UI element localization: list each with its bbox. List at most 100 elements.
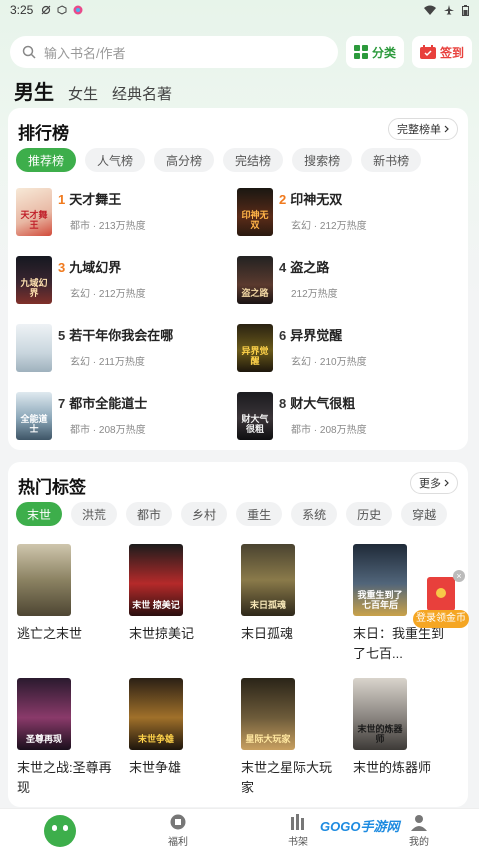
tag-system[interactable]: 系统 [291,502,338,526]
red-envelope-icon [427,577,455,611]
cover-title: 天才舞王 [20,210,48,230]
watermark-logo: GOGO手游网 [320,816,399,835]
book-item[interactable]: 末世争雄 末世争雄 [129,678,241,798]
rank-book-meta: 都市 · 213万热度 [70,221,146,232]
rank-number: 6 [279,328,287,343]
book-title: 末世之战:圣尊再现 [17,760,112,795]
book-item[interactable]: 末世的炼器师 末世的炼器师 [353,678,465,798]
book-item[interactable]: 星际大玩家 末世之星际大玩家 [241,678,353,798]
tab-search[interactable]: 搜索榜 [292,148,353,172]
tab-recommend[interactable]: 推荐榜 [16,148,77,172]
cover-title: 盗之路 [241,288,269,298]
rank-item[interactable]: 全能道士 7 都市全能道士 都市 · 208万热度 [16,392,237,440]
tab-female[interactable]: 女生 [68,83,98,104]
book-cover: 我重生到了七百年后 [353,544,407,616]
bookshelf-icon [291,814,304,830]
tag-village[interactable]: 乡村 [181,502,228,526]
book-title: 末世争雄 [129,760,182,775]
book-cover: 星际大玩家 [241,678,295,750]
tag-book-grid: 逃亡之末世 末世 掠美记 末世掠美记 末日孤魂 末日孤魂 我重生到了七百年后 末… [17,544,461,798]
book-cover: 财大气很粗 [237,392,273,440]
tab-popular[interactable]: 人气榜 [85,148,146,172]
book-cover: 末世争雄 [129,678,183,750]
search-input[interactable]: 输入书名/作者 [10,36,338,68]
book-cover: 盗之路 [237,256,273,304]
close-icon[interactable]: × [453,570,465,582]
cover-title: 九域幻界 [20,278,48,298]
tag-history[interactable]: 历史 [346,502,393,526]
wifi-icon [424,5,436,15]
rank-book-meta: 212万热度 [291,289,338,300]
rank-number: 2 [279,192,287,207]
book-item[interactable]: 圣尊再现 末世之战:圣尊再现 [17,678,129,798]
tag-apocalypse[interactable]: 末世 [16,502,63,526]
book-title: 末世之星际大玩家 [241,760,333,795]
status-time: 3:25 [10,3,34,17]
book-title: 末世的炼器师 [353,760,432,775]
ranking-tabs: 推荐榜 人气榜 高分榜 完结榜 搜索榜 新书榜 [16,148,422,172]
tab-classics[interactable]: 经典名著 [112,83,172,104]
category-label: 分类 [371,45,396,60]
login-reward-float[interactable]: × 登录领金币 [413,570,469,631]
book-item[interactable]: 末世 掠美记 末世掠美记 [129,544,241,664]
user-icon [411,815,427,831]
cover-title: 末世争雄 [137,734,174,744]
cube-icon [57,5,67,15]
rank-item[interactable]: 异界觉醒 6 异界觉醒 玄幻 · 210万热度 [237,324,458,372]
tab-new-books[interactable]: 新书榜 [361,148,422,172]
cover-title: 星际大玩家 [245,734,291,744]
book-cover: 末日孤魂 [241,544,295,616]
tag-primordial[interactable]: 洪荒 [71,502,118,526]
search-row: 输入书名/作者 分类 签到 [10,36,472,68]
cover-title: 我重生到了七百年后 [357,590,403,610]
nav-welfare[interactable]: 福利 [168,813,188,848]
tab-male[interactable]: 男生 [14,76,54,105]
book-cover: 印神无双 [237,188,273,236]
tag-rebirth[interactable]: 重生 [236,502,283,526]
hot-tags-card: 热门标签 更多 末世 洪荒 都市 乡村 重生 系统 历史 穿越 逃亡之末世 末世… [8,462,468,807]
cover-title: 圣尊再现 [25,734,62,744]
cover-title: 财大气很粗 [241,414,269,434]
rank-item[interactable]: 盗之路 4 盗之路 212万热度 [237,256,458,304]
battery-icon [462,4,469,16]
grid-icon [353,45,368,59]
cover-title: 异界觉醒 [241,346,269,366]
cover-title: 全能道士 [20,414,48,434]
rank-item[interactable]: 印神无双 2 印神无双 玄幻 · 212万热度 [237,188,458,236]
category-button[interactable]: 分类 [345,36,404,68]
watermark-text: GOGO手游网 [320,819,400,834]
more-tags-button[interactable]: 更多 [410,472,458,494]
tag-time-travel[interactable]: 穿越 [401,502,448,526]
book-item[interactable]: 逃亡之末世 [17,544,129,664]
checkin-button[interactable]: 签到 [411,36,472,68]
status-bar: 3:25 [0,0,479,20]
rank-book-title: 都市全能道士 [69,396,148,411]
full-list-button[interactable]: 完整榜单 [388,118,458,140]
rank-item[interactable]: 天才舞王 1 天才舞王 都市 · 213万热度 [16,188,237,236]
hot-tags-title: 热门标签 [18,478,86,497]
nav-profile[interactable]: 我的 [409,813,429,848]
book-cover: 九域幻界 [16,256,52,304]
rank-item[interactable]: 5 若干年你我会在哪 玄幻 · 211万热度 [16,324,237,372]
book-cover: 圣尊再现 [17,678,71,750]
book-cover: 末世 掠美记 [129,544,183,616]
nav-bookshelf[interactable]: 书架 [288,813,308,848]
tag-urban[interactable]: 都市 [126,502,173,526]
bookstore-home-icon[interactable] [44,815,76,847]
ranking-card: 排行榜 完整榜单 推荐榜 人气榜 高分榜 完结榜 搜索榜 新书榜 天才舞王 1天… [8,108,468,450]
rank-item[interactable]: 九域幻界 3 九域幻界 玄幻 · 212万热度 [16,256,237,304]
rank-number: 4 [279,260,287,275]
book-cover: 异界觉醒 [237,324,273,372]
tab-completed[interactable]: 完结榜 [223,148,284,172]
tab-high-score[interactable]: 高分榜 [154,148,215,172]
book-item[interactable]: 末日孤魂 末日孤魂 [241,544,353,664]
rank-book-title: 盗之路 [290,260,330,275]
rank-item[interactable]: 财大气很粗 8 财大气很粗 都市 · 208万热度 [237,392,458,440]
rank-book-title: 天才舞王 [69,192,122,207]
rank-book-title: 财大气很粗 [290,396,356,411]
book-cover: 全能道士 [16,392,52,440]
login-reward-label: 登录领金币 [413,610,469,628]
book-cover: 末世的炼器师 [353,678,407,750]
book-cover: 天才舞王 [16,188,52,236]
bottom-nav: 福利 书架 我的 [0,808,479,852]
